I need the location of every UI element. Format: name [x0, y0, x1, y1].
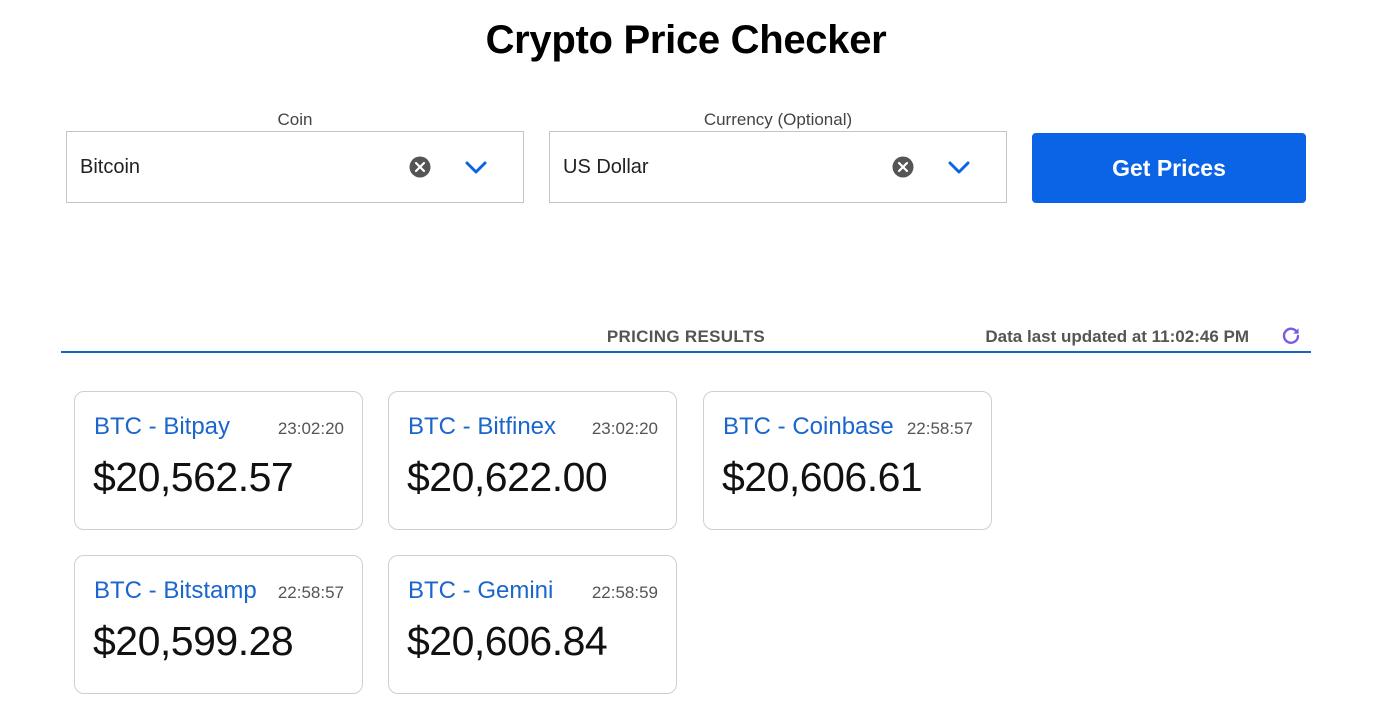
exchange-price: $20,606.61: [722, 454, 923, 500]
exchange-name: BTC - Bitfinex: [408, 413, 557, 440]
currency-select-value: US Dollar: [563, 156, 649, 178]
coin-label: Coin: [277, 110, 313, 129]
get-prices-button[interactable]: Get Prices: [1032, 133, 1306, 203]
currency-label: Currency (Optional): [703, 110, 853, 129]
exchange-name: BTC - Gemini: [408, 577, 554, 604]
currency-chevron-down-icon[interactable]: [947, 157, 971, 177]
page: Crypto Price Checker Coin Bitcoin Curren…: [0, 0, 1380, 728]
exchange-price: $20,562.57: [93, 454, 294, 500]
exchange-price: $20,599.28: [93, 618, 294, 664]
exchange-time: 22:58:57: [277, 583, 344, 602]
coin-chevron-down-icon[interactable]: [464, 157, 488, 177]
exchange-time: 23:02:20: [591, 419, 658, 438]
coin-select-value: Bitcoin: [80, 156, 141, 178]
price-card-bitpay: BTC - Bitpay 23:02:20 $20,562.57: [74, 391, 363, 530]
price-card-gemini: BTC - Gemini 22:58:59 $20,606.84: [388, 555, 677, 694]
currency-select[interactable]: US Dollar: [549, 131, 1007, 203]
exchange-time: 22:58:59: [591, 583, 658, 602]
exchange-time: 23:02:20: [277, 419, 344, 438]
coin-select[interactable]: Bitcoin: [66, 131, 524, 203]
exchange-price: $20,622.00: [407, 454, 608, 500]
exchange-name: BTC - Coinbase: [723, 413, 894, 440]
clear-coin-icon[interactable]: [409, 156, 431, 178]
price-card-bitstamp: BTC - Bitstamp 22:58:57 $20,599.28: [74, 555, 363, 694]
price-card-bitfinex: BTC - Bitfinex 23:02:20 $20,622.00: [388, 391, 677, 530]
page-title: Crypto Price Checker: [485, 18, 887, 62]
exchange-name: BTC - Bitstamp: [94, 577, 257, 604]
last-updated-text: Data last updated at 11:02:46 PM: [985, 327, 1249, 346]
refresh-icon[interactable]: [1280, 325, 1302, 347]
exchange-price: $20,606.84: [407, 618, 608, 664]
price-card-coinbase: BTC - Coinbase 22:58:57 $20,606.61: [703, 391, 992, 530]
results-header: PRICING RESULTS Data last updated at 11:…: [61, 320, 1311, 353]
exchange-time: 22:58:57: [906, 419, 973, 438]
exchange-name: BTC - Bitpay: [94, 413, 231, 440]
clear-currency-icon[interactable]: [892, 156, 914, 178]
